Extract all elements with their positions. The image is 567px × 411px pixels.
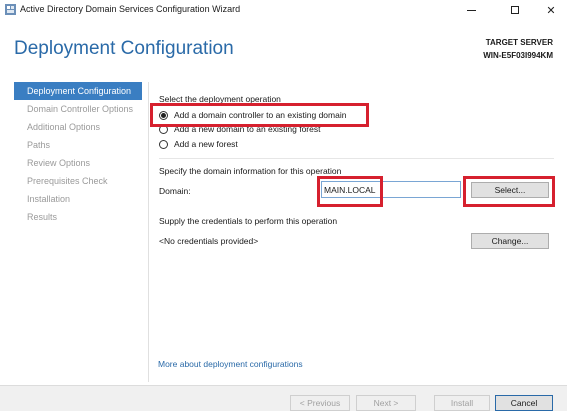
sidebar-item-prerequisites-check: Prerequisites Check [27, 176, 108, 186]
radio-add-dc-existing-domain[interactable]: Add a domain controller to an existing d… [159, 109, 346, 121]
sidebar-item-deployment-configuration[interactable]: Deployment Configuration [14, 82, 142, 100]
install-button[interactable]: Install [434, 395, 490, 411]
radio-button-checked[interactable] [159, 110, 168, 120]
sidebar-item-additional-options: Additional Options [27, 122, 101, 132]
sidebar-nav: Deployment Configuration Domain Controll… [14, 82, 142, 226]
target-server-label: TARGET SERVER [485, 38, 553, 47]
main-panel: Select the deployment operation Add a do… [148, 82, 558, 382]
radio-add-new-forest[interactable]: Add a new forest [159, 138, 238, 150]
page-title: Deployment Configuration [14, 38, 234, 59]
close-button[interactable]: ✕ [536, 0, 566, 20]
maximize-icon [511, 6, 519, 14]
close-icon: ✕ [546, 4, 556, 17]
radio-label: Add a new domain to an existing forest [174, 124, 321, 134]
previous-button[interactable]: < Previous [290, 395, 350, 411]
radio-button[interactable] [159, 124, 168, 134]
operation-heading: Select the deployment operation [159, 94, 281, 104]
sidebar-item-installation: Installation [27, 194, 71, 204]
sidebar-item-results: Results [27, 212, 58, 222]
window-title: Active Directory Domain Services Configu… [20, 4, 241, 14]
domain-label: Domain: [159, 186, 191, 196]
title-bar: Active Directory Domain Services Configu… [0, 0, 567, 20]
minimize-button[interactable] [456, 0, 486, 20]
radio-label: Add a domain controller to an existing d… [174, 110, 347, 120]
radio-button[interactable] [159, 139, 168, 149]
sidebar-item-paths: Paths [27, 140, 51, 150]
credentials-value: <No credentials provided> [159, 236, 259, 246]
footer-bar: < Previous Next > Install Cancel [0, 385, 567, 411]
minimize-icon [466, 9, 476, 11]
change-button[interactable]: Change... [471, 233, 549, 249]
radio-add-new-domain-existing-forest[interactable]: Add a new domain to an existing forest [159, 123, 320, 135]
divider [159, 158, 554, 159]
select-button[interactable]: Select... [471, 182, 549, 198]
sidebar-item-domain-controller-options: Domain Controller Options [27, 104, 134, 114]
credentials-heading: Supply the credentials to perform this o… [159, 216, 338, 226]
domain-heading: Specify the domain information for this … [159, 166, 342, 176]
target-server-name: WIN-E5F03I994KM [483, 51, 553, 60]
more-about-link[interactable]: More about deployment configurations [158, 359, 303, 369]
sidebar-item-review-options: Review Options [27, 158, 91, 168]
maximize-button[interactable] [500, 0, 530, 20]
ad-app-icon [5, 4, 16, 15]
cancel-button[interactable]: Cancel [495, 395, 553, 411]
radio-label: Add a new forest [174, 139, 238, 149]
domain-input[interactable] [321, 181, 461, 198]
next-button[interactable]: Next > [356, 395, 416, 411]
